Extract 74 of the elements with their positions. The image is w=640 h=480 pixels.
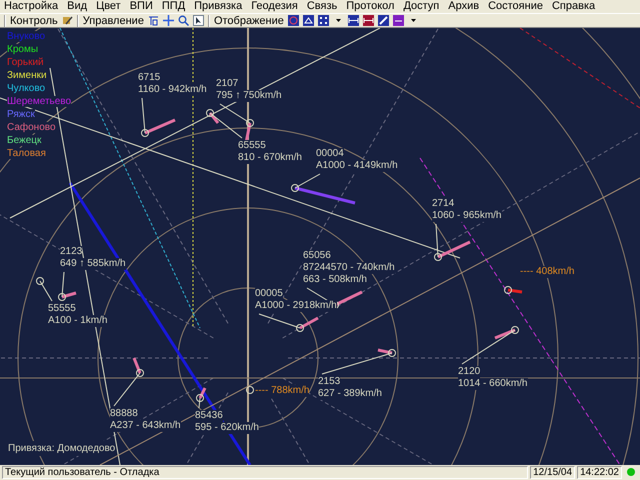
pen-icon[interactable] <box>378 15 389 26</box>
legend-item: Горький <box>7 57 44 68</box>
menu-item[interactable]: ВПИ <box>130 0 153 13</box>
menu-item[interactable]: Цвет <box>96 0 121 13</box>
menu-item[interactable]: Протокол <box>346 0 394 13</box>
legend-item: Кромы <box>7 44 38 55</box>
menu-item[interactable]: Настройка <box>4 0 58 13</box>
binding-label: Привязка: Домодедово <box>8 441 116 456</box>
toolbar-label: Контроль <box>10 14 58 26</box>
track-info: A1000 - 4149km/h <box>316 160 398 172</box>
search-icon[interactable] <box>178 15 189 26</box>
track-symbol-drawing <box>196 387 206 408</box>
menu-item[interactable]: Вид <box>67 0 88 13</box>
track-id: 85436 <box>195 410 223 422</box>
move-icon[interactable] <box>162 15 174 26</box>
legend-item: Бежецк <box>7 135 42 146</box>
menu-item[interactable]: Геодезия <box>251 0 298 13</box>
menu-item[interactable]: Архив <box>448 0 480 13</box>
track-info: A237 - 643km/h <box>110 420 181 432</box>
track-symbol-drawing <box>291 174 356 204</box>
toolbar-label: Отображение <box>214 14 284 26</box>
menu-item[interactable]: Доступ <box>403 0 440 13</box>
dots-icon[interactable] <box>318 15 329 26</box>
track-symbol-drawing <box>246 386 254 394</box>
legend-item: Чулково <box>7 83 46 94</box>
track-id: 88888 <box>110 408 138 420</box>
track-symbol-drawing <box>504 286 522 294</box>
status-time: 14:22:02 <box>577 466 622 478</box>
menu-item[interactable]: Связь <box>306 0 338 13</box>
legend-item: Ряжск <box>7 109 35 120</box>
speed-estimate: ---- 788km/h <box>255 385 310 397</box>
track-info: 810 - 670km/h <box>238 152 302 164</box>
speed-estimate: ---- 408km/h <box>520 266 574 278</box>
track-info: 627 - 389km/h <box>318 388 382 400</box>
cursor-icon[interactable] <box>192 15 204 26</box>
track-info: 795 ↑ 750km/h <box>216 90 282 102</box>
status-date: 12/15/04 <box>530 466 576 478</box>
track-symbol-drawing <box>36 277 52 302</box>
track-id: 2714 <box>432 198 454 210</box>
track-symbol-drawing <box>114 357 144 406</box>
track-id: 2123 <box>60 246 82 258</box>
track-info: 1160 - 942km/h <box>138 84 207 96</box>
menu-item[interactable]: Состояние <box>488 0 543 13</box>
track-id: 2120 <box>458 366 480 378</box>
menu-item[interactable]: ППД <box>162 0 186 13</box>
track-id: 65056 <box>303 250 331 262</box>
status-user: Текущий пользователь - Отладка <box>2 466 528 478</box>
layers-icon[interactable] <box>392 15 404 26</box>
edit-icon[interactable] <box>62 15 73 26</box>
track-info: 649 ↑ 585km/h <box>60 258 126 270</box>
ruler-icon[interactable] <box>348 15 359 26</box>
grid-tool-icon[interactable] <box>148 15 159 26</box>
track-info: A100 - 1km/h <box>48 315 108 327</box>
track-symbol-drawing <box>434 224 471 261</box>
track-info: 595 - 620km/h <box>195 422 259 434</box>
track-info: A1000 - 2918km/h <box>255 300 337 312</box>
track-symbol-drawing <box>462 326 519 364</box>
track-info: 1014 - 660km/h <box>458 378 528 390</box>
menu-item[interactable]: Справка <box>552 0 596 13</box>
track-info: 87244570 - 740km/h <box>303 262 395 274</box>
track-id: 65555 <box>238 140 266 152</box>
legend-item: Таловая <box>7 148 46 159</box>
toolbar-label: Управление <box>82 14 144 26</box>
track-symbol-drawing <box>141 98 176 137</box>
track-symbol-drawing <box>258 314 319 332</box>
menu-item[interactable]: Привязка <box>194 0 242 13</box>
legend-item: Зименки <box>7 70 47 81</box>
track-symbol-drawing <box>58 272 76 301</box>
legend-item: Сафоново <box>7 122 56 133</box>
legend-item: Шереметьево <box>7 96 72 107</box>
ruler-icon[interactable] <box>362 15 374 26</box>
track-info: 1060 - 965km/h <box>432 210 502 222</box>
legend-item: Внуково <box>7 31 46 42</box>
track-id: 00005 <box>255 288 283 300</box>
